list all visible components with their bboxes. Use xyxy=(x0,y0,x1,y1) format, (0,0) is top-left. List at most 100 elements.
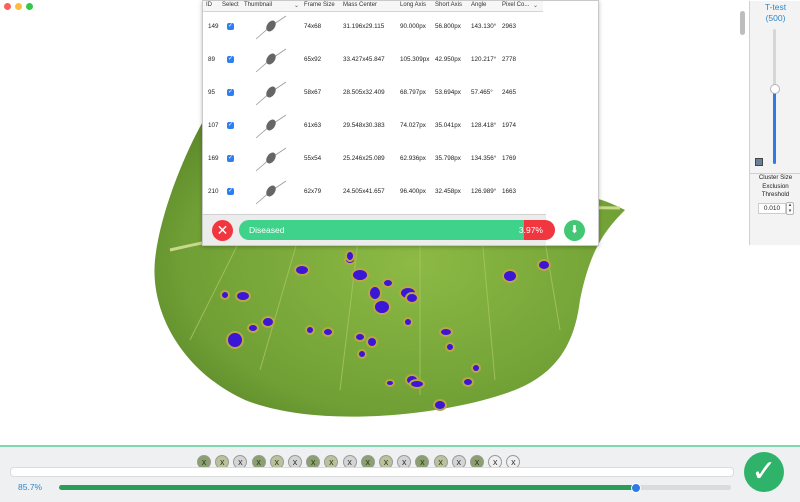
select-checkbox[interactable]: ✓ xyxy=(227,89,234,96)
cell-frame: 55x54 xyxy=(304,155,322,162)
cell-id: 89 xyxy=(208,56,216,63)
cluster-exclusion-label: Exclusion xyxy=(762,182,789,190)
cell-long: 105.309px xyxy=(400,56,430,63)
cell-frame: 74x68 xyxy=(304,23,322,30)
column-header-id[interactable]: ID xyxy=(206,2,212,8)
diseased-meter: Diseased 3.97% xyxy=(239,220,555,240)
select-checkbox[interactable]: ✓ xyxy=(227,56,234,63)
cell-angle: 126.989° xyxy=(471,188,497,195)
cell-short: 56.800px xyxy=(435,23,461,30)
column-header-long-axis[interactable]: Long Axis xyxy=(400,2,426,8)
cell-long: 68.797px xyxy=(400,89,426,96)
reject-button[interactable]: ✕ xyxy=(212,220,233,241)
checkmark-icon: ✓ xyxy=(751,455,777,488)
thumbnail-image xyxy=(255,81,287,106)
cell-angle: 120.217° xyxy=(471,56,497,63)
cell-angle: 128.418° xyxy=(471,122,497,129)
diseased-percent: 3.97% xyxy=(518,225,543,235)
table-row[interactable]: 95 58x67 28.505x32.409 68.797px 53.694px 57.4… xyxy=(203,77,543,110)
cell-pixels: 2778 xyxy=(502,56,517,63)
column-header-angle[interactable]: Angle xyxy=(471,2,486,8)
ttest-panel: T-test (500) Cluster Size Exclusion Thre… xyxy=(749,1,800,245)
cell-id: 210 xyxy=(208,188,219,195)
select-checkbox[interactable]: ✓ xyxy=(227,155,234,162)
cluster-threshold-input[interactable]: 0.010 xyxy=(758,203,786,214)
results-panel: ID Select Thumbnail ⌄ Frame Size Mass Ce… xyxy=(202,0,800,246)
cell-short: 32.458px xyxy=(435,188,461,195)
lock-icon[interactable] xyxy=(755,158,763,166)
cell-pixels: 2465 xyxy=(502,89,517,96)
column-header-frame-size[interactable]: Frame Size xyxy=(304,2,335,8)
diseased-label: Diseased xyxy=(249,225,285,235)
progress-percent: 85.7% xyxy=(18,482,43,492)
cell-mass: 31.196x29.115 xyxy=(343,23,385,30)
column-header-short-axis[interactable]: Short Axis xyxy=(435,2,462,8)
cell-frame: 62x79 xyxy=(304,188,322,195)
cell-angle: 134.356° xyxy=(471,155,497,162)
cell-short: 42.950px xyxy=(435,56,461,63)
confirm-button[interactable]: ✓ xyxy=(744,452,784,492)
progress-knob[interactable] xyxy=(630,483,641,493)
download-button[interactable]: ⬇ xyxy=(564,220,585,241)
thumbnail-image xyxy=(255,114,287,139)
thumbnail-image xyxy=(255,15,287,40)
cell-id: 107 xyxy=(208,122,219,129)
cell-frame: 58x67 xyxy=(304,89,322,96)
thumbnail-image xyxy=(255,180,287,205)
download-icon: ⬇ xyxy=(569,224,580,236)
select-checkbox[interactable]: ✓ xyxy=(227,188,234,195)
cell-mass: 25.246x25.089 xyxy=(343,155,385,162)
select-checkbox[interactable]: ✓ xyxy=(227,23,234,30)
ttest-value: (500) xyxy=(765,13,786,23)
close-icon: ✕ xyxy=(216,222,229,238)
column-header-mass-center[interactable]: Mass Center xyxy=(343,2,377,8)
cell-id: 149 xyxy=(208,23,219,30)
cell-pixels: 1663 xyxy=(502,188,517,195)
cell-mass: 24.505x41.657 xyxy=(343,188,385,195)
cell-frame: 65x92 xyxy=(304,56,322,63)
cell-mass: 33.427x45.847 xyxy=(343,56,385,63)
cell-angle: 143.130° xyxy=(471,23,497,30)
progress-fill xyxy=(59,485,635,490)
diagnosis-bar: ✕ Diseased 3.97% ⬇ xyxy=(203,214,585,245)
ttest-slider-knob[interactable] xyxy=(770,83,780,94)
cell-mass: 29.548x30.383 xyxy=(343,122,385,129)
ttest-slider-fill xyxy=(773,89,776,164)
chevron-down-icon[interactable]: ⌄ xyxy=(533,2,538,9)
cell-long: 96.400px xyxy=(400,188,426,195)
cell-pixels: 1974 xyxy=(502,122,517,129)
cell-long: 90.000px xyxy=(400,23,426,30)
column-header-thumbnail[interactable]: Thumbnail xyxy=(244,2,272,8)
table-row[interactable]: 169 55x54 25.246x25.089 62.936px 35.798px 134… xyxy=(203,143,543,176)
table-row[interactable]: 210 62x79 24.505x41.657 96.400px 32.458px 126… xyxy=(203,176,543,209)
cell-long: 62.936px xyxy=(400,155,426,162)
ttest-label: T-test xyxy=(764,2,787,12)
column-header-select[interactable]: Select xyxy=(222,2,239,8)
thumbnail-image xyxy=(255,147,287,172)
progress-slider[interactable] xyxy=(59,483,731,493)
cell-short: 53.694px xyxy=(435,89,461,96)
cell-id: 95 xyxy=(208,89,216,96)
chevron-down-icon[interactable]: ⌄ xyxy=(294,2,299,9)
cell-short: 35.041px xyxy=(435,122,461,129)
minimize-window-button[interactable] xyxy=(15,3,22,10)
cell-angle: 57.465° xyxy=(471,89,493,96)
column-header-pixel-count[interactable]: Pixel Co... xyxy=(502,2,529,8)
table-row[interactable]: 89 65x92 33.427x45.847 105.309px 42.950px 120… xyxy=(203,44,543,77)
maximize-window-button[interactable] xyxy=(26,3,33,10)
cell-pixels: 1769 xyxy=(502,155,517,162)
threshold-stepper[interactable]: ▴ ▾ xyxy=(786,202,794,215)
cell-short: 35.798px xyxy=(435,155,461,162)
select-checkbox[interactable]: ✓ xyxy=(227,122,234,129)
table-row[interactable]: 149 74x68 31.196x29.115 90.000px 56.800px 143… xyxy=(203,11,543,44)
cluster-threshold-label: Threshold xyxy=(761,191,790,198)
ttest-slider[interactable] xyxy=(770,29,780,164)
cell-id: 169 xyxy=(208,155,219,162)
cell-mass: 28.505x32.409 xyxy=(343,89,385,96)
table-scrollbar[interactable] xyxy=(740,11,745,211)
cell-long: 74.027px xyxy=(400,122,426,129)
close-window-button[interactable] xyxy=(4,3,11,10)
image-strip-track[interactable] xyxy=(10,467,734,477)
table-row[interactable]: 107 61x63 29.548x30.383 74.027px 35.041px 128… xyxy=(203,110,543,143)
scrollbar-thumb[interactable] xyxy=(740,11,745,35)
